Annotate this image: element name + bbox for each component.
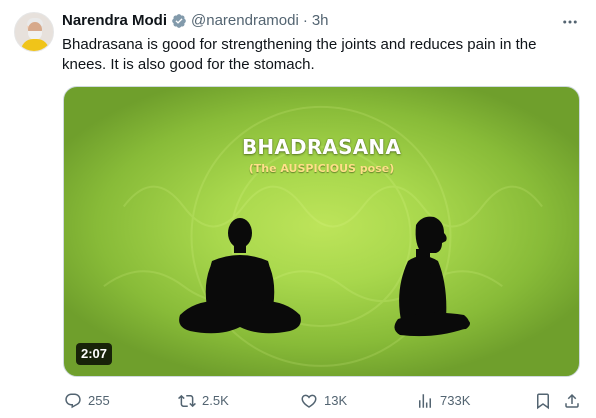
views-chart-icon <box>419 394 431 408</box>
avatar[interactable] <box>14 12 54 52</box>
avatar-kurta <box>21 39 49 51</box>
repost-count: 2.5K <box>202 393 229 408</box>
header-separator: · <box>302 12 308 29</box>
bookmark-button[interactable] <box>534 390 552 412</box>
tweet-header: Narendra Modi @narendramodi · 3h <box>62 11 329 31</box>
tweet-text: Bhadrasana is good for strengthening the… <box>62 36 537 73</box>
mandala-pattern <box>103 105 543 367</box>
share-button[interactable] <box>563 390 581 412</box>
reply-count: 255 <box>88 393 110 408</box>
bookmark-icon <box>537 393 549 410</box>
reply-icon <box>65 393 81 409</box>
like-button[interactable]: 13K <box>300 390 347 412</box>
seated-figure-front <box>179 218 301 334</box>
tweet: Narendra Modi @narendramodi · 3h Bhadras… <box>0 0 596 418</box>
verified-badge-icon[interactable] <box>171 13 187 29</box>
tweet-timestamp[interactable]: 3h <box>312 11 329 31</box>
video-subtitle: (The AUSPICIOUS pose) <box>248 162 395 175</box>
like-count: 13K <box>324 393 348 408</box>
author-handle[interactable]: @narendramodi <box>191 11 299 31</box>
author-name[interactable]: Narendra Modi <box>62 11 167 31</box>
views-count: 733K <box>440 393 471 408</box>
reply-button[interactable]: 255 <box>64 390 110 412</box>
video-player[interactable]: BHADRASANA (The AUSPICIOUS pose) 2:07 <box>63 86 580 377</box>
views-button[interactable]: 733K <box>416 390 470 412</box>
more-options-icon[interactable] <box>561 13 579 31</box>
repost-button[interactable]: 2.5K <box>178 390 229 412</box>
video-duration: 2:07 <box>76 343 113 365</box>
tweet-actions: 255 2.5K 13K 733K <box>62 390 580 412</box>
video-title: BHADRASANA <box>241 135 402 159</box>
seated-figure-side <box>394 216 470 337</box>
heart-icon <box>301 394 317 408</box>
share-icon <box>565 393 579 408</box>
repost-icon <box>178 394 196 408</box>
